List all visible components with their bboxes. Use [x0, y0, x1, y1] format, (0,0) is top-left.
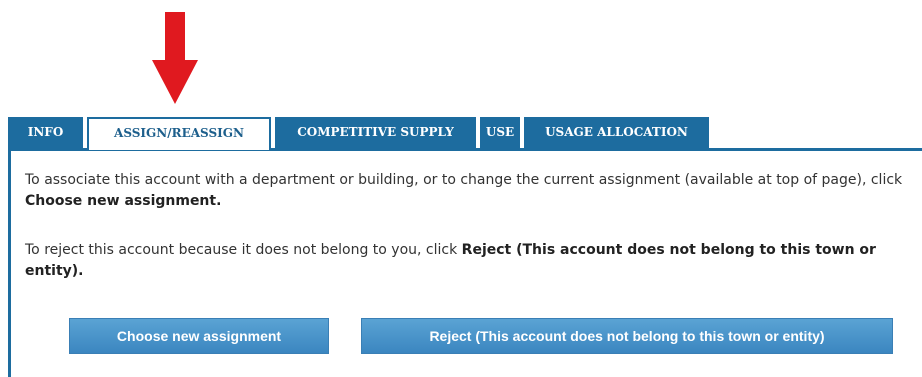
red-arrow-icon — [152, 12, 198, 104]
tab-competitive-supply[interactable]: COMPETITIVE SUPPLY — [275, 117, 476, 148]
reject-instructions: To reject this account because it does n… — [25, 240, 915, 282]
reject-instructions-text: To reject this account because it does n… — [25, 242, 462, 258]
tab-usage-allocation[interactable]: USAGE ALLOCATION — [524, 117, 709, 148]
tab-use[interactable]: USE — [480, 117, 520, 148]
tab-bar: INFO ASSIGN/REASSIGN COMPETITIVE SUPPLY … — [8, 117, 713, 150]
reject-account-button[interactable]: Reject (This account does not belong to … — [361, 318, 893, 354]
assign-panel: To associate this account with a departm… — [8, 148, 922, 377]
assign-instructions: To associate this account with a departm… — [25, 170, 915, 212]
assign-instructions-bold: Choose new assignment. — [25, 193, 222, 209]
assign-instructions-text: To associate this account with a departm… — [25, 172, 903, 188]
tab-info[interactable]: INFO — [8, 117, 83, 148]
tab-assign-reassign[interactable]: ASSIGN/REASSIGN — [87, 117, 271, 150]
choose-new-assignment-button[interactable]: Choose new assignment — [69, 318, 329, 354]
